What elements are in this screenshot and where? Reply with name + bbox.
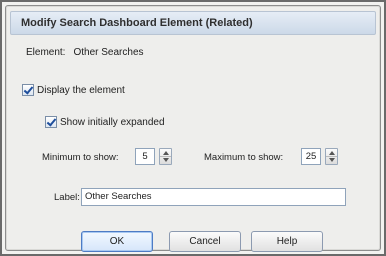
show-expanded-label[interactable]: Show initially expanded: [60, 117, 165, 128]
maximum-label: Maximum to show:: [204, 152, 284, 163]
display-element-label[interactable]: Display the element: [37, 85, 125, 96]
dialog-title: Modify Search Dashboard Element (Related…: [10, 11, 376, 35]
show-expanded-row[interactable]: Show initially expanded: [45, 116, 165, 128]
cancel-button[interactable]: Cancel: [169, 231, 241, 252]
label-field-label: Label:: [54, 192, 80, 203]
display-element-checkbox[interactable]: [22, 84, 34, 96]
spin-down-icon[interactable]: [329, 158, 335, 162]
ok-button[interactable]: OK: [81, 231, 153, 252]
display-element-row[interactable]: Display the element: [22, 84, 125, 96]
label-input[interactable]: Other Searches: [81, 188, 346, 206]
spin-up-icon[interactable]: [163, 151, 169, 155]
maximum-spinner[interactable]: [325, 148, 338, 165]
spin-down-icon[interactable]: [163, 158, 169, 162]
element-value: Other Searches: [73, 47, 144, 58]
help-button[interactable]: Help: [251, 231, 323, 252]
modify-element-dialog: Modify Search Dashboard Element (Related…: [5, 5, 381, 252]
element-info: Element: Other Searches: [26, 47, 144, 58]
show-expanded-checkbox[interactable]: [45, 116, 57, 128]
minimum-spinner[interactable]: [159, 148, 172, 165]
spin-up-icon[interactable]: [329, 151, 335, 155]
minimum-label: Minimum to show:: [42, 152, 119, 163]
maximum-input[interactable]: 25: [301, 148, 321, 165]
element-label: Element:: [26, 47, 66, 58]
minimum-input[interactable]: 5: [135, 148, 155, 165]
